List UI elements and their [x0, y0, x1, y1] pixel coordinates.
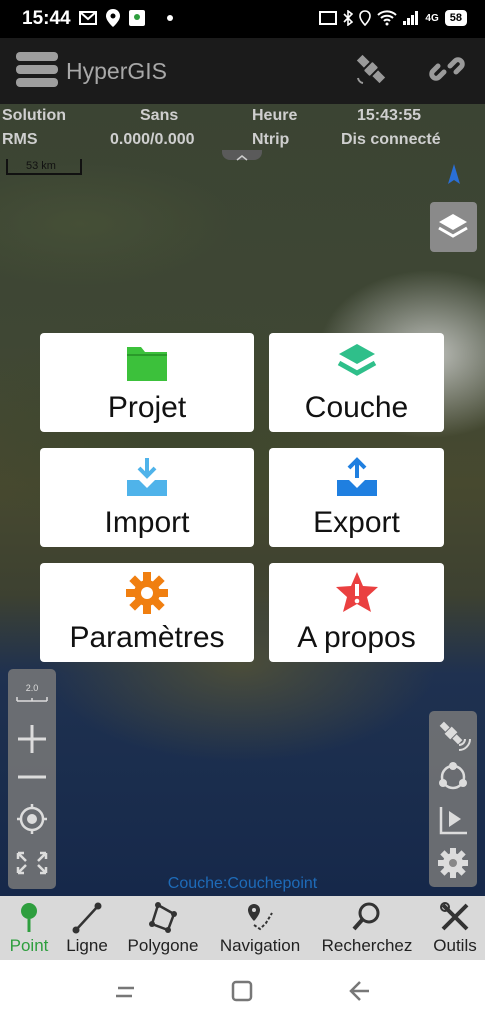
parametres-button[interactable]: Paramètres — [40, 563, 254, 662]
nav-polygone-label: Polygone — [127, 936, 199, 955]
panel-collapse-handle[interactable] — [222, 150, 262, 161]
status-bar: 15:44 4G 58 — [0, 0, 485, 38]
compass-icon[interactable] — [446, 164, 462, 191]
nav-polygone[interactable]: Polygone — [122, 900, 204, 956]
pin-icon — [21, 903, 37, 932]
a-propos-button[interactable]: A propos — [269, 563, 444, 662]
network-type: 4G — [425, 12, 439, 24]
projet-button[interactable]: Projet — [40, 333, 254, 432]
menu-icon[interactable] — [16, 52, 58, 88]
couche-label: Couche — [304, 391, 409, 424]
export-button[interactable]: Export — [269, 448, 444, 547]
ntrip-value: Dis connecté — [341, 131, 441, 148]
satellite-button[interactable] — [352, 50, 390, 88]
time-label: Heure — [252, 107, 298, 124]
zoom-in-icon[interactable] — [8, 721, 56, 757]
export-icon — [336, 457, 377, 496]
playback-icon[interactable] — [429, 801, 477, 841]
notification-icons — [78, 9, 178, 27]
nav-outils[interactable]: Outils — [428, 900, 482, 956]
location-icon — [359, 10, 372, 26]
navigation-icon — [248, 904, 273, 931]
gnss-info-panel: Solution Sans Heure 15:43:55 RMS 0.000/0… — [0, 104, 485, 152]
nav-ligne[interactable]: Ligne — [62, 900, 112, 956]
nav-navigation[interactable]: Navigation — [214, 900, 306, 956]
rms-value: 0.000/0.000 — [110, 131, 195, 148]
chevron-up-icon — [236, 155, 248, 161]
app-title: HyperGIS — [66, 58, 167, 84]
system-navigation-bar — [0, 960, 485, 1024]
projet-label: Projet — [107, 391, 187, 424]
layers-icon — [438, 214, 468, 238]
nav-ligne-label: Ligne — [66, 936, 108, 955]
nav-navigation-label: Navigation — [219, 936, 301, 955]
layers-button[interactable] — [430, 202, 477, 252]
satellite-signal-icon[interactable] — [429, 715, 477, 755]
scale-label: 53 km — [26, 160, 56, 172]
dot-icon — [167, 15, 173, 21]
tools-icon — [440, 902, 469, 931]
import-icon — [127, 458, 167, 496]
nav-outils-label: Outils — [433, 936, 477, 955]
solution-value: Sans — [140, 107, 179, 124]
zoom-ruler-icon — [16, 697, 48, 702]
time-value: 15:43:55 — [357, 107, 422, 124]
nav-recherchez-label: Recherchez — [321, 936, 413, 955]
recents-icon[interactable] — [112, 980, 138, 1004]
search-icon — [352, 902, 380, 931]
alert-star-icon — [335, 572, 378, 612]
bottom-navigation: Point Ligne Polygone Navigation Recherch… — [0, 896, 485, 960]
signal-icon — [403, 11, 419, 25]
zoom-panel: 2.0 — [8, 669, 56, 889]
parametres-label: Paramètres — [69, 621, 225, 654]
import-label: Import — [104, 506, 190, 539]
gmail-icon — [79, 11, 97, 25]
current-layer-label: Couche:Couchepoint — [167, 875, 318, 892]
cast-icon — [319, 11, 338, 25]
fullscreen-icon[interactable] — [8, 843, 56, 879]
couche-button[interactable]: Couche — [269, 333, 444, 432]
polygon-icon — [149, 902, 177, 933]
gear-icon — [126, 572, 168, 614]
solution-label: Solution — [2, 107, 66, 124]
location-pin-icon — [106, 9, 120, 27]
nav-point[interactable]: Point — [4, 900, 54, 956]
export-label: Export — [313, 506, 400, 539]
maps-icon — [129, 10, 145, 26]
import-button[interactable]: Import — [40, 448, 254, 547]
system-status-icons: 4G 58 — [319, 10, 467, 26]
network-nodes-icon[interactable] — [429, 757, 477, 797]
app-toolbar: HyperGIS — [0, 38, 485, 104]
rms-label: RMS — [2, 131, 38, 148]
status-time: 15:44 — [22, 8, 71, 29]
wifi-icon — [377, 10, 398, 26]
zoom-level: 2.0 — [25, 683, 39, 693]
nav-point-label: Point — [9, 936, 49, 955]
home-icon[interactable] — [229, 978, 255, 1004]
nav-recherchez[interactable]: Recherchez — [317, 900, 417, 956]
line-icon — [72, 902, 102, 934]
back-icon[interactable] — [346, 978, 372, 1004]
link-icon — [429, 57, 465, 81]
ntrip-label: Ntrip — [252, 131, 290, 148]
bluetooth-icon — [343, 10, 354, 26]
connection-button[interactable] — [428, 50, 466, 88]
folder-icon — [127, 347, 167, 381]
battery-indicator: 58 — [444, 10, 467, 26]
layers-icon — [337, 344, 376, 376]
a-propos-label: A propos — [297, 621, 416, 654]
zoom-out-icon[interactable] — [8, 765, 56, 789]
satellite-icon — [356, 54, 386, 84]
map-tools-panel — [429, 711, 477, 887]
locate-icon[interactable] — [8, 801, 56, 837]
